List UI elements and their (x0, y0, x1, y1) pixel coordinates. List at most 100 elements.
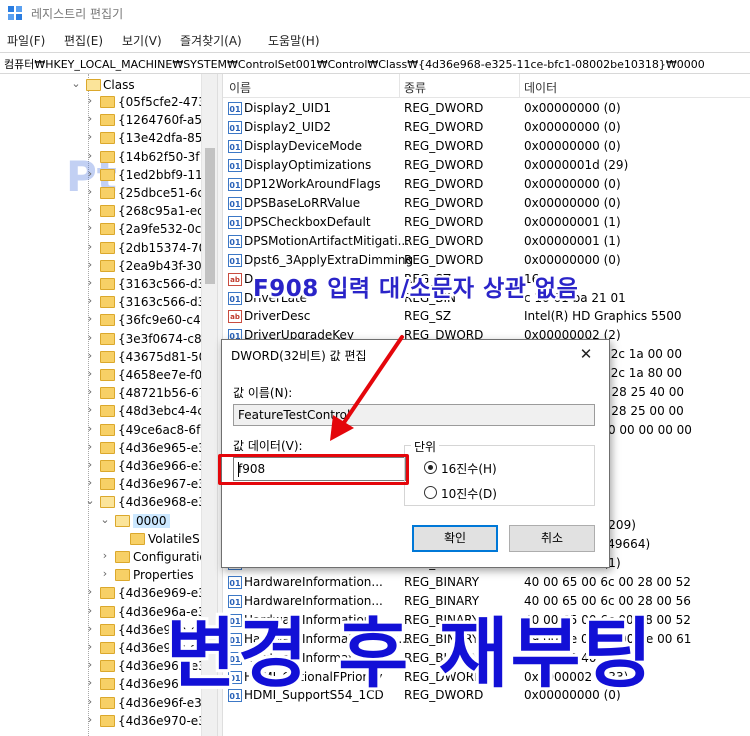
tree-item[interactable]: › {1264760f-a5c (0, 111, 217, 129)
tree-item[interactable]: › {4d36e965-e3 (0, 439, 217, 457)
tree-item[interactable]: › {3163c566-d3 (0, 293, 217, 311)
folder-icon (100, 423, 115, 436)
tree-item[interactable]: › {2db15374-70 (0, 239, 217, 257)
chevron-right-icon[interactable]: › (99, 550, 111, 562)
chevron-right-icon[interactable]: › (84, 149, 96, 162)
chevron-right-icon[interactable]: › (84, 422, 96, 435)
chevron-right-icon[interactable]: › (84, 459, 96, 471)
tree-item[interactable]: › {2ea9b43f-304 (0, 257, 217, 275)
tree-item[interactable]: › {2a9fe532-0cc (0, 220, 217, 238)
tree-item-label: {4d36e968-e3 (118, 495, 206, 510)
address-path[interactable]: 컴퓨터₩HKEY_LOCAL_MACHINE₩SYSTEM₩ControlSet… (4, 56, 705, 72)
ok-button[interactable]: 확인 (412, 525, 498, 552)
tree-item[interactable]: › {1ed2bbf9-11f (0, 166, 217, 184)
chevron-right-icon[interactable]: › (84, 695, 96, 708)
close-icon[interactable]: ✕ (563, 340, 609, 368)
radio-hex-label[interactable]: 16진수(H) (441, 460, 497, 477)
chevron-right-icon[interactable]: › (84, 586, 96, 598)
folder-icon (100, 696, 115, 709)
table-row[interactable]: 01 DisplayOptimizations REG_DWORD 0x0000001… (223, 156, 750, 175)
column-data[interactable]: 데이터 (524, 79, 557, 96)
tree-item[interactable]: › {3163c566-d3 (0, 275, 217, 293)
menu-favorites[interactable]: 즐겨찾기(A) (180, 32, 242, 49)
chevron-right-icon[interactable]: › (84, 677, 96, 689)
column-divider[interactable] (519, 74, 520, 98)
column-name[interactable]: 이름 (229, 79, 251, 96)
chevron-down-icon[interactable]: ⌄ (84, 495, 96, 507)
chevron-right-icon[interactable]: › (84, 240, 96, 253)
tree-item[interactable]: › {05f5cfe2-473 (0, 93, 217, 111)
chevron-right-icon[interactable]: › (84, 349, 96, 362)
tree-item[interactable]: VolatileS (0, 530, 217, 548)
tree-item[interactable]: › Properties (0, 566, 217, 584)
binary-value-icon: 01 (228, 196, 242, 210)
tree-item[interactable]: › {36fc9e60-c46 (0, 311, 217, 329)
chevron-right-icon[interactable]: › (84, 313, 96, 325)
tree-item[interactable]: › {4658ee7e-f05 (0, 366, 217, 384)
table-row[interactable]: 01 Display2_UID2 REG_DWORD 0x00000000 (0) (223, 118, 750, 137)
tree-item[interactable]: › {4d36e970-e3 (0, 712, 217, 730)
chevron-right-icon[interactable]: › (84, 368, 96, 380)
table-row[interactable]: 01 DisplayDeviceMode REG_DWORD 0x00000000 (… (223, 137, 750, 156)
radio-decimal-label[interactable]: 10진수(D) (441, 485, 497, 502)
chevron-right-icon[interactable]: › (84, 258, 96, 271)
chevron-right-icon[interactable]: › (84, 622, 96, 635)
column-divider[interactable] (399, 74, 400, 98)
menu-edit[interactable]: 편집(E) (64, 32, 103, 49)
tree-item[interactable]: › Configuratio (0, 548, 217, 566)
chevron-right-icon[interactable]: › (84, 222, 96, 234)
table-row[interactable]: 01 DPSMotionArtifactMitigati... REG_DWORD 0… (223, 232, 750, 251)
tree-item[interactable]: › {25dbce51-6c8 (0, 184, 217, 202)
chevron-right-icon[interactable]: › (84, 641, 96, 653)
chevron-right-icon[interactable]: › (84, 713, 96, 726)
cancel-button[interactable]: 취소 (509, 525, 595, 552)
chevron-down-icon[interactable]: ⌄ (99, 513, 111, 526)
tree-item-selected[interactable]: ⌄ 0000 (0, 512, 217, 530)
table-row[interactable]: 01 DPSCheckboxDefault REG_DWORD 0x00000001 … (223, 213, 750, 232)
table-row[interactable]: 01 Dpst6_3ApplyExtraDimming REG_DWORD 0x000… (223, 251, 750, 270)
chevron-right-icon[interactable]: › (84, 404, 96, 416)
chevron-right-icon[interactable]: › (84, 131, 96, 143)
chevron-right-icon[interactable]: › (84, 113, 96, 125)
scrollbar-thumb[interactable] (205, 148, 215, 284)
table-row[interactable]: 01 DP12WorkAroundFlags REG_DWORD 0x00000000… (223, 175, 750, 194)
chevron-right-icon[interactable]: › (84, 440, 96, 453)
radio-hex[interactable] (424, 461, 437, 474)
table-row[interactable]: 01 HardwareInformation... REG_BINARY 40 00 … (223, 573, 750, 592)
tree-item[interactable]: › {268c95a1-edf (0, 202, 217, 220)
tree-item[interactable]: › {14b62f50-3f1 (0, 148, 217, 166)
chevron-right-icon[interactable]: › (84, 331, 96, 344)
table-row[interactable]: ab DriverDesc REG_SZ Intel(R) HD Graphics 5… (223, 307, 750, 326)
chevron-down-icon[interactable]: ⌄ (70, 78, 82, 90)
chevron-right-icon[interactable]: › (84, 659, 96, 671)
table-row[interactable]: 01 Display2_UID1 REG_DWORD 0x00000000 (0) (223, 99, 750, 118)
table-row[interactable]: 01 DPSBaseLoRRValue REG_DWORD 0x00000000 (0… (223, 194, 750, 213)
tree-item[interactable]: › {48d3ebc4-4c (0, 402, 217, 420)
chevron-right-icon[interactable]: › (84, 295, 96, 307)
tree-item[interactable]: › {43675d81-50 (0, 348, 217, 366)
menu-help[interactable]: 도움말(H) (268, 32, 320, 49)
chevron-right-icon[interactable]: › (84, 604, 96, 617)
chevron-right-icon[interactable]: › (84, 477, 96, 489)
value-type: REG_SZ (404, 309, 452, 324)
tree-item[interactable]: › {3e3f0674-c83 (0, 330, 217, 348)
chevron-right-icon[interactable]: › (84, 167, 96, 180)
chevron-right-icon[interactable]: › (84, 386, 96, 398)
tree-item[interactable]: › {4d36e966-e3 (0, 457, 217, 475)
column-type[interactable]: 종류 (404, 79, 426, 96)
address-bar[interactable]: 컴퓨터₩HKEY_LOCAL_MACHINE₩SYSTEM₩ControlSet… (0, 52, 750, 74)
tree-item[interactable]: › {48721b56-67 (0, 384, 217, 402)
menu-view[interactable]: 보기(V) (122, 32, 162, 49)
tree-item[interactable]: › {49ce6ac8-6f8 (0, 421, 217, 439)
tree-item[interactable]: › {13e42dfa-85c (0, 129, 217, 147)
radio-decimal[interactable] (424, 486, 437, 499)
tree-item-class[interactable]: ⌄ Class (0, 76, 217, 94)
menu-file[interactable]: 파일(F) (7, 32, 45, 49)
chevron-right-icon[interactable]: › (84, 186, 96, 198)
chevron-right-icon[interactable]: › (84, 277, 96, 289)
chevron-right-icon[interactable]: › (84, 204, 96, 216)
chevron-right-icon[interactable]: › (84, 95, 96, 107)
tree-item[interactable]: › {4d36e967-e3 (0, 475, 217, 493)
tree-item[interactable]: ⌄ {4d36e968-e3 (0, 493, 217, 511)
chevron-right-icon[interactable]: › (99, 568, 111, 580)
